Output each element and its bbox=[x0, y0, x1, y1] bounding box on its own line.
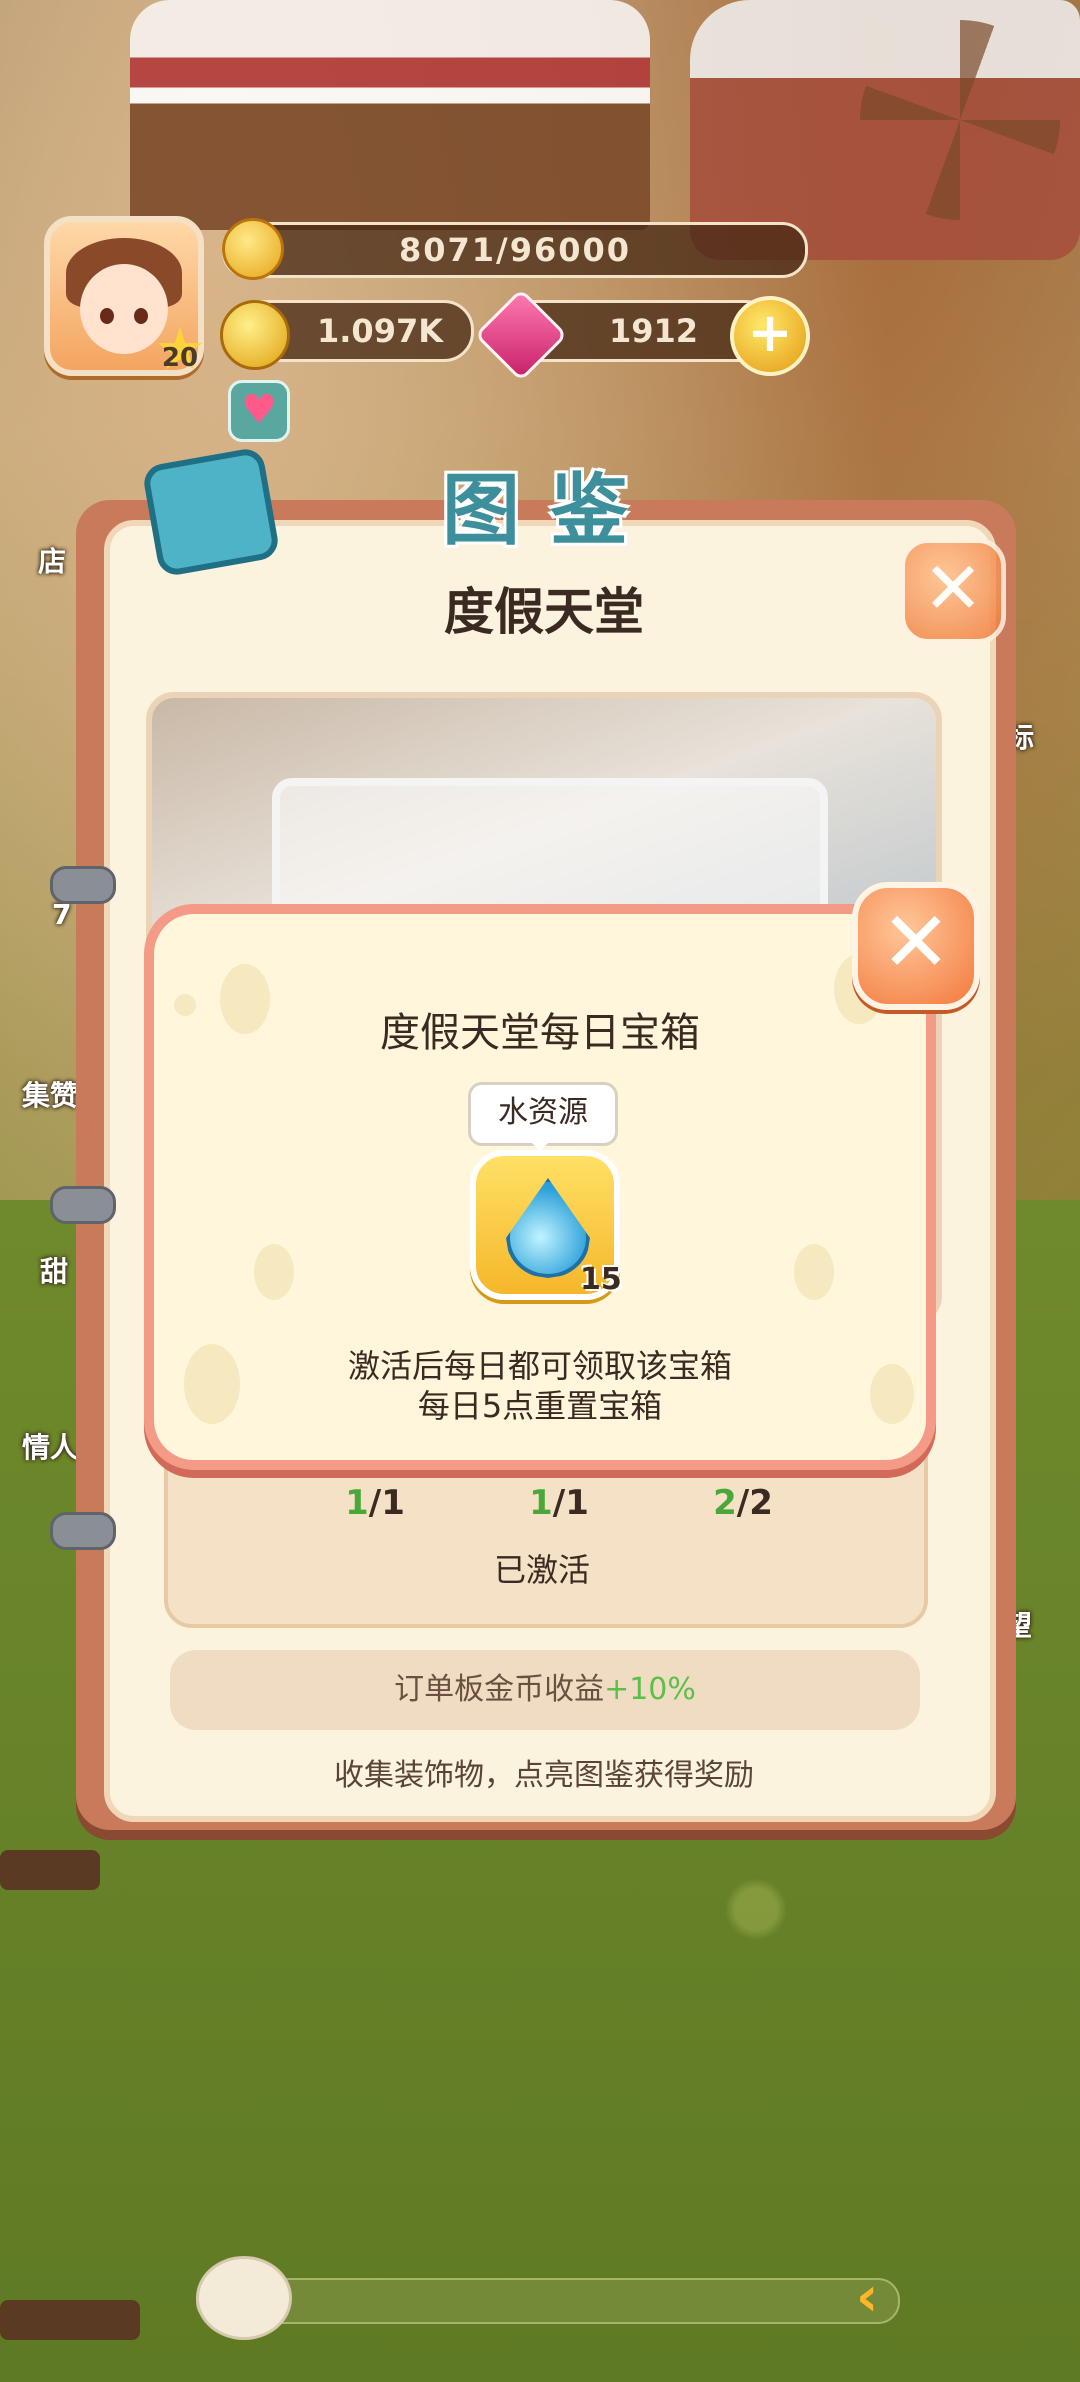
count-total: /1 bbox=[368, 1483, 405, 1523]
xp-progress-bar: 8071/96000 bbox=[222, 222, 808, 278]
popup-title: 度假天堂每日宝箱 bbox=[380, 1010, 700, 1056]
decor-dot bbox=[254, 1244, 294, 1300]
popup-close-button[interactable]: ✕ bbox=[852, 882, 980, 1010]
chat-bubble-icon[interactable] bbox=[196, 2256, 292, 2340]
count-total: /1 bbox=[552, 1483, 589, 1523]
heart-icon[interactable]: ♥ bbox=[228, 380, 290, 442]
bonus-bar: 订单板金币收益+10% bbox=[170, 1650, 920, 1730]
book-ring bbox=[50, 1512, 116, 1550]
popup-description-line1: 激活后每日都可领取该宝箱 bbox=[347, 1347, 732, 1385]
count-done: 1 bbox=[529, 1483, 553, 1523]
popup-description: 激活后每日都可领取该宝箱 每日5点重置宝箱 bbox=[144, 1346, 936, 1426]
side-label-collect[interactable]: 集赞 bbox=[22, 1074, 78, 1114]
water-drop-icon bbox=[506, 1178, 590, 1278]
collection-count-1: 1/1 bbox=[300, 1468, 450, 1538]
background-bench bbox=[0, 1850, 100, 1890]
bonus-label: 订单板金币收益 bbox=[394, 1672, 605, 1707]
collection-count-3: 2/2 bbox=[668, 1468, 818, 1538]
count-done: 2 bbox=[713, 1483, 737, 1523]
album-tab-icon bbox=[141, 446, 281, 578]
xp-coin-icon bbox=[222, 218, 284, 280]
background-windmill bbox=[860, 20, 1060, 220]
side-label-lover[interactable]: 情人 bbox=[22, 1426, 78, 1466]
album-heading: 度假天堂 bbox=[444, 583, 644, 641]
collection-count-2: 1/1 bbox=[484, 1468, 634, 1538]
book-ring bbox=[50, 1186, 116, 1224]
level-badge: ★ 20 bbox=[150, 320, 210, 380]
count-total: /2 bbox=[736, 1483, 773, 1523]
activation-status: 已激活 bbox=[493, 1551, 590, 1589]
coin-amount: 1.097K bbox=[317, 312, 444, 350]
add-gems-button[interactable]: + bbox=[730, 296, 810, 376]
chat-expand-arrow-icon[interactable]: ‹ bbox=[856, 2270, 896, 2324]
album-close-button[interactable]: ✕ bbox=[900, 538, 1006, 644]
avatar-eye-left bbox=[100, 308, 114, 324]
decor-dot bbox=[794, 1244, 834, 1300]
count-done: 1 bbox=[345, 1483, 369, 1523]
level-number: 20 bbox=[161, 343, 199, 373]
gem-amount: 1912 bbox=[609, 312, 699, 350]
book-ring bbox=[50, 866, 116, 904]
background-bench-bottom bbox=[0, 2300, 140, 2340]
reward-quantity: 15 bbox=[580, 1262, 622, 1297]
bonus-value: +10% bbox=[604, 1672, 696, 1707]
album-footer-hint: 收集装饰物，点亮图鉴获得奖励 bbox=[334, 1758, 754, 1793]
album-banner-title: 图鉴 bbox=[441, 466, 658, 556]
coin-icon bbox=[220, 300, 290, 370]
chat-bar[interactable] bbox=[196, 2278, 900, 2324]
avatar-eye-right bbox=[134, 308, 148, 324]
background-shop-building bbox=[130, 0, 650, 230]
xp-text: 8071/96000 bbox=[398, 231, 632, 269]
popup-description-line2: 每日5点重置宝箱 bbox=[417, 1387, 663, 1425]
side-label-shop[interactable]: 店 bbox=[38, 540, 66, 580]
side-label-sweet[interactable]: 甜 bbox=[40, 1250, 68, 1290]
